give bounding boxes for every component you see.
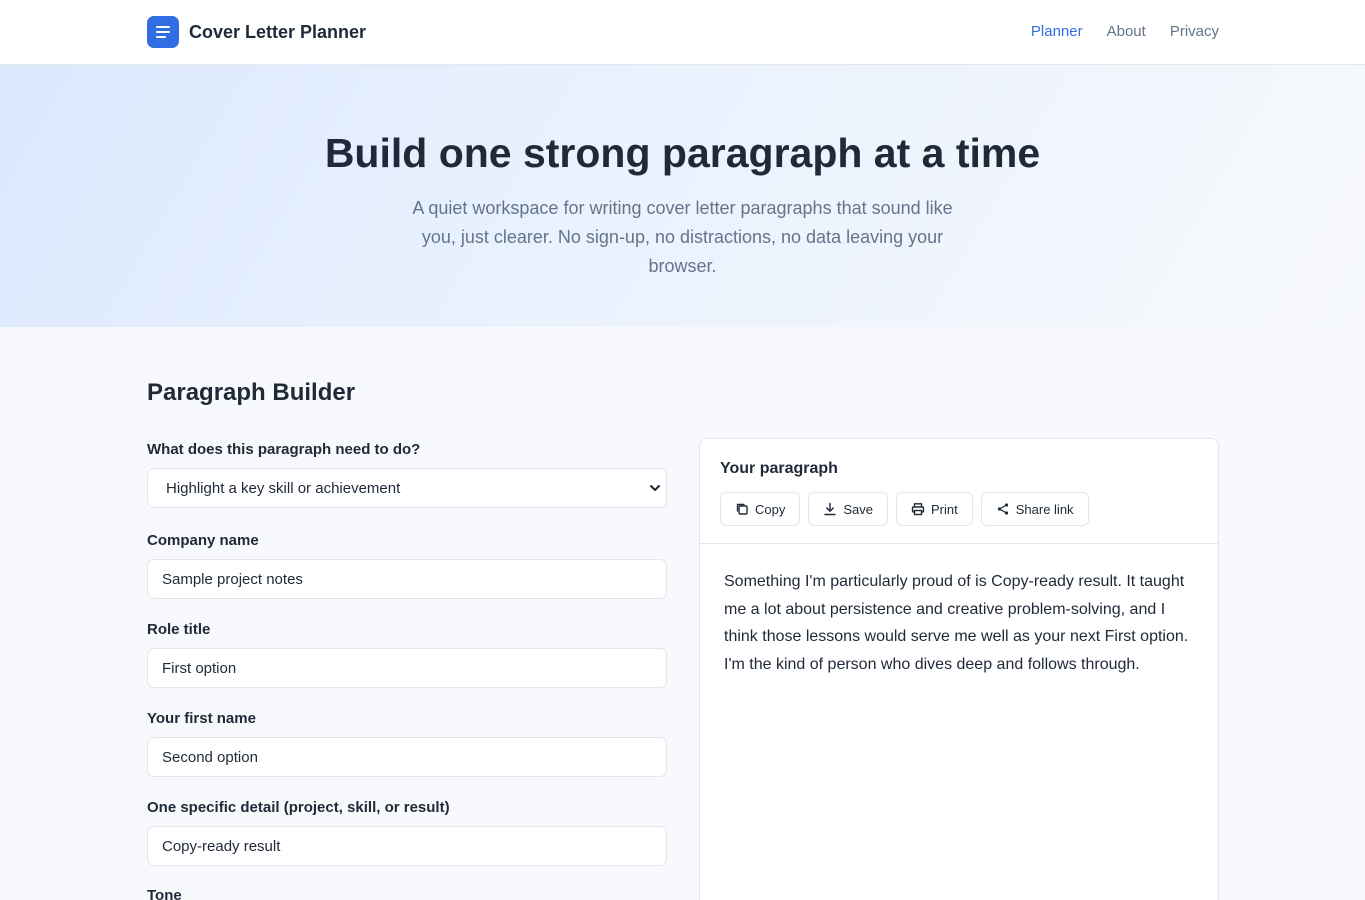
role-input[interactable]: First option (147, 648, 667, 688)
copy-button-label: Copy (755, 501, 786, 517)
output-toolbar: Copy Save Print Share link (720, 492, 1089, 526)
hero-subtitle: A quiet workspace for writing cover lett… (412, 198, 953, 276)
purpose-select[interactable]: Highlight a key skill or achievement (147, 468, 667, 508)
builder-title: Paragraph Builder (147, 379, 356, 406)
detail-input[interactable]: Copy-ready result (147, 826, 667, 866)
output-card-header: Your paragraph Copy Save Print Share lin… (700, 439, 1218, 544)
share-link-button-label: Share link (1015, 501, 1074, 517)
generated-paragraph: Something I'm particularly proud of is C… (724, 573, 1189, 673)
chevron-down-icon (650, 485, 660, 491)
nav-link-about[interactable]: About (1107, 23, 1146, 40)
menu-lines-icon (147, 16, 179, 48)
save-button-label: Save (843, 501, 873, 517)
printer-icon (911, 503, 925, 516)
detail-label: One specific detail (project, skill, or … (147, 799, 450, 816)
copy-icon (736, 503, 748, 515)
download-icon (824, 502, 837, 516)
print-button[interactable]: Print (896, 492, 973, 526)
top-navigation-bar: Cover Letter Planner Planner About Priva… (0, 0, 1365, 65)
nav-link-planner[interactable]: Planner (1031, 23, 1083, 40)
hero-title: Build one strong paragraph at a time (324, 130, 1041, 176)
hero-banner: Build one strong paragraph at a time A q… (0, 65, 1365, 327)
print-button-label: Print (931, 501, 958, 517)
company-input[interactable]: Sample project notes (147, 559, 667, 599)
brand-name: Cover Letter Planner (189, 21, 367, 42)
company-input-value: Sample project notes (162, 570, 303, 588)
share-link-button[interactable]: Share link (980, 492, 1089, 526)
first-name-input[interactable]: Second option (147, 737, 667, 777)
purpose-label: What does this paragraph need to do? (147, 441, 421, 458)
company-label: Company name (147, 532, 259, 549)
share-icon (997, 503, 1008, 515)
paragraph-output-card: Your paragraph Copy Save Print Share lin… (699, 438, 1219, 900)
nav-link-privacy[interactable]: Privacy (1170, 23, 1219, 40)
save-button[interactable]: Save (808, 492, 888, 526)
first-name-input-value: Second option (162, 748, 258, 766)
role-label: Role title (147, 621, 211, 638)
output-title: Your paragraph (720, 460, 838, 477)
detail-input-value: Copy-ready result (162, 837, 281, 855)
main-nav: Planner About Privacy (1031, 23, 1219, 40)
tone-label: Tone (147, 887, 182, 900)
brand[interactable]: Cover Letter Planner (147, 16, 366, 48)
first-name-label: Your first name (147, 710, 256, 727)
purpose-select-value: Highlight a key skill or achievement (166, 479, 401, 497)
role-input-value: First option (162, 659, 237, 677)
copy-button[interactable]: Copy (720, 492, 801, 526)
